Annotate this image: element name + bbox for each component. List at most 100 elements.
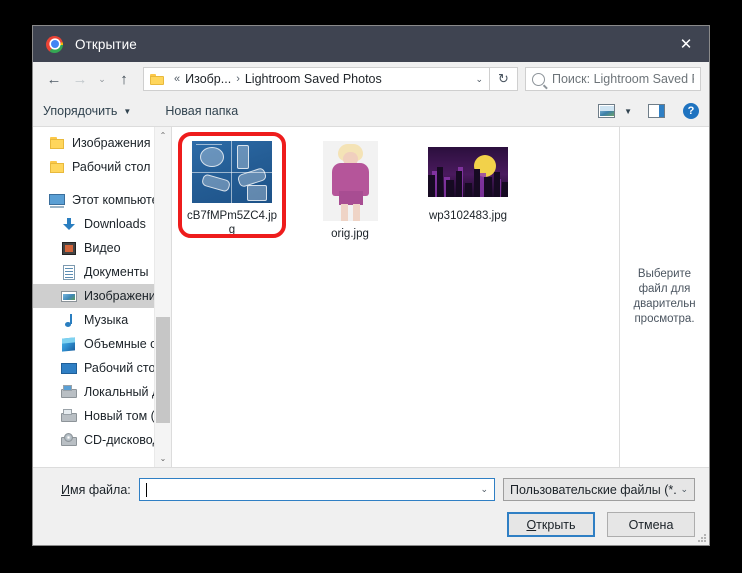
music-icon: [61, 313, 77, 328]
search-icon: [532, 72, 545, 86]
sidebar-item-label: Видео: [84, 241, 121, 255]
scrollbar-thumb[interactable]: [156, 317, 170, 423]
chevron-down-icon: ⌄: [680, 484, 688, 494]
sidebar-item-label: Рабочий стол: [84, 361, 163, 375]
refresh-button[interactable]: ↻: [490, 67, 518, 91]
view-icon[interactable]: [598, 104, 616, 118]
drive-icon: [61, 408, 77, 424]
address-bar[interactable]: « Изобр... › Lightroom Saved Photos ⌄: [143, 67, 490, 91]
help-button[interactable]: ?: [683, 103, 699, 119]
chevron-down-icon[interactable]: ⌄: [480, 484, 488, 495]
breadcrumb-parent[interactable]: Изобр...: [185, 72, 231, 86]
title-bar: Открытие ✕: [33, 26, 709, 62]
sidebar-item-label: Музыка: [84, 313, 129, 327]
preview-pane: Выберите файл для дварительн просмотра.: [619, 127, 709, 467]
folder-icon: [49, 136, 65, 151]
cd-drive-icon: [61, 432, 77, 448]
up-button[interactable]: ↑: [111, 66, 137, 92]
local-disk-icon: [61, 384, 77, 400]
recent-locations-button[interactable]: ⌄: [93, 66, 111, 92]
preview-placeholder: Выберите файл для дварительн просмотра.: [633, 267, 695, 327]
open-button[interactable]: Открыть: [507, 512, 595, 537]
sidebar-item-label: Изображения: [72, 136, 151, 150]
command-toolbar: Упорядочить ▼ Новая папка ▼ ?: [33, 96, 709, 127]
documents-icon: [61, 264, 77, 280]
folder-icon: [150, 73, 164, 85]
new-folder-label: Новая папка: [165, 104, 239, 118]
file-list[interactable]: cB7fMPm5ZC4.jpg orig.jpg wp3102483.jpg: [172, 127, 619, 467]
sidebar-item-desktop-quick[interactable]: Рабочий стол: [33, 155, 171, 179]
blueprint-thumbnail-icon: [192, 141, 272, 203]
open-button-mnemonic: О: [526, 517, 537, 532]
help-icon[interactable]: ?: [683, 103, 699, 119]
filetype-select[interactable]: Пользовательские файлы (*.jf ⌄: [503, 478, 695, 501]
sidebar-item-3d-objects[interactable]: Объемные объ: [33, 332, 171, 356]
preview-line-2: файл для: [638, 283, 691, 295]
sidebar-item-video[interactable]: Видео: [33, 236, 171, 260]
cancel-button[interactable]: Отмена: [607, 512, 695, 537]
sidebar-item-downloads[interactable]: Downloads: [33, 212, 171, 236]
scroll-up-icon[interactable]: ⌃: [155, 127, 171, 144]
file-item[interactable]: wp3102483.jpg: [422, 141, 514, 223]
sidebar-item-music[interactable]: Музыка: [33, 308, 171, 332]
file-name: orig.jpg: [331, 228, 369, 240]
preview-line-1: Выберите: [637, 268, 692, 280]
sidebar-item-pictures[interactable]: Изображения: [33, 284, 171, 308]
file-thumbnail: [192, 141, 272, 203]
pictures-icon: [61, 289, 77, 304]
chevron-down-icon: ▼: [123, 106, 132, 116]
file-thumbnail: [310, 141, 390, 221]
breadcrumb-overflow[interactable]: «: [174, 73, 180, 85]
3d-objects-icon: [61, 337, 77, 352]
view-options[interactable]: ▼: [598, 104, 632, 118]
organize-button[interactable]: Упорядочить ▼: [43, 104, 131, 118]
filename-row: Имя файла: ⌄ Пользовательские файлы (*.j…: [47, 478, 695, 501]
filename-label-mnemonic: И: [61, 482, 70, 497]
sidebar-item-new-volume[interactable]: Новый том (D:): [33, 404, 171, 428]
file-thumbnail: [428, 141, 508, 203]
sidebar-item-pictures-quick[interactable]: Изображения: [33, 131, 171, 155]
file-item[interactable]: cB7fMPm5ZC4.jpg: [186, 141, 278, 237]
desktop-icon: [61, 361, 77, 376]
action-buttons: Открыть Отмена: [47, 512, 695, 537]
filename-label: Имя файла:: [61, 483, 131, 497]
sidebar-item-documents[interactable]: Документы: [33, 260, 171, 284]
resize-grip[interactable]: [697, 533, 706, 542]
preview-line-3: дварительн: [633, 298, 696, 310]
sidebar-scrollbar[interactable]: ⌃ ⌄: [154, 127, 171, 467]
organize-label: Упорядочить: [43, 104, 118, 118]
chrome-logo-icon: [46, 35, 63, 53]
preview-pane-button[interactable]: [648, 104, 665, 118]
window-title: Открытие: [75, 36, 137, 52]
folder-icon: [49, 160, 65, 175]
dialog-footer: Имя файла: ⌄ Пользовательские файлы (*.j…: [33, 467, 709, 545]
file-name: cB7fMPm5ZC4.jpg: [186, 210, 278, 236]
chevron-down-icon[interactable]: ▼: [624, 107, 632, 116]
file-tiles: cB7fMPm5ZC4.jpg orig.jpg wp3102483.jpg: [178, 132, 619, 241]
sidebar-item-desktop[interactable]: Рабочий стол: [33, 356, 171, 380]
chevron-down-icon[interactable]: ⌄: [467, 74, 483, 85]
text-caret: [145, 482, 147, 497]
this-pc-icon: [49, 193, 65, 208]
preview-pane-icon[interactable]: [648, 104, 665, 118]
dialog-body: Изображения Рабочий стол Этот компьютер …: [33, 127, 709, 467]
new-folder-button[interactable]: Новая папка: [165, 104, 238, 118]
search-input[interactable]: Поиск: Lightroom Saved Ph...: [525, 67, 701, 91]
close-button[interactable]: ✕: [663, 26, 709, 62]
forward-button[interactable]: →: [67, 66, 93, 92]
scroll-down-icon[interactable]: ⌄: [155, 450, 171, 467]
sidebar-item-cd-drive[interactable]: CD-дисковод (F: [33, 428, 171, 452]
open-file-dialog: Открытие ✕ ← → ⌄ ↑ « Изобр... › Lightroo…: [32, 25, 710, 546]
sidebar-item-this-pc[interactable]: Этот компьютер: [33, 188, 171, 212]
file-item[interactable]: orig.jpg: [304, 141, 396, 241]
breadcrumb-current[interactable]: Lightroom Saved Photos: [245, 72, 382, 86]
open-button-rest: ткрыть: [536, 517, 576, 532]
filename-input[interactable]: ⌄: [138, 478, 495, 501]
back-button[interactable]: ←: [41, 66, 67, 92]
filename-label-rest: мя файла:: [69, 482, 131, 497]
sidebar-item-local-disk[interactable]: Локальный дис: [33, 380, 171, 404]
breadcrumb-separator: ›: [236, 73, 240, 85]
video-icon: [61, 241, 77, 256]
file-name: wp3102483.jpg: [428, 210, 507, 222]
